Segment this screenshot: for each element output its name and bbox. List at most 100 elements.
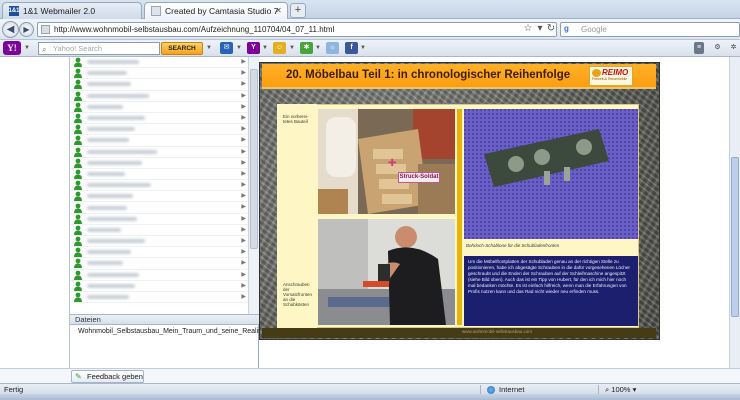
chevron-right-icon[interactable]: ▶	[241, 148, 246, 155]
chevron-right-icon[interactable]: ▶	[241, 181, 246, 188]
chevron-down-icon[interactable]: ▼	[360, 45, 366, 51]
chevron-right-icon[interactable]: ▶	[241, 282, 246, 289]
chevron-right-icon[interactable]: ▶	[241, 271, 246, 278]
chevron-right-icon[interactable]: ▶	[241, 293, 246, 300]
new-tab-button[interactable]: +	[290, 3, 306, 18]
chevron-right-icon[interactable]: ▶	[241, 248, 246, 255]
address-bar[interactable]: http://www.wohnmobil-selbstausbau.com/Au…	[37, 22, 557, 37]
scrollbar-thumb[interactable]	[250, 69, 258, 249]
contact-row[interactable]: ▶	[70, 191, 248, 203]
chevron-right-icon[interactable]: ▶	[241, 114, 246, 121]
file-item[interactable]: Wohnmobil_Selbstausbau_Mein_Traum_und_se…	[70, 327, 259, 337]
contact-row[interactable]: ▶	[70, 124, 248, 136]
forward-arrow-icon[interactable]: ▶	[19, 22, 34, 37]
person-icon	[74, 136, 82, 146]
chevron-right-icon[interactable]: ▶	[241, 125, 246, 132]
chevron-down-icon[interactable]: ▼	[24, 45, 30, 51]
contact-row[interactable]: ▶	[70, 169, 248, 181]
chevron-down-icon[interactable]: ▼	[262, 45, 268, 51]
chevron-right-icon[interactable]: ▶	[241, 226, 246, 233]
feedback-label: Feedback geben	[87, 372, 143, 381]
contact-name-redacted	[87, 60, 139, 65]
close-tab-icon[interactable]: ✕	[274, 6, 283, 15]
yahoo-search-input[interactable]: ⌕ Yahoo! Search	[38, 42, 160, 55]
chevron-right-icon[interactable]: ▶	[241, 80, 246, 87]
web-search-input[interactable]: g Google	[560, 22, 740, 37]
status-separator	[598, 385, 599, 394]
weather-icon[interactable]: ☼	[326, 42, 339, 54]
yahoo-messenger-icon[interactable]: Y	[247, 42, 260, 54]
zoom-label: 100%	[611, 385, 631, 394]
page-scrollbar[interactable]	[729, 57, 740, 368]
tab-camtasia[interactable]: Created by Camtasia Studio 7 ✕	[144, 2, 288, 19]
chevron-right-icon[interactable]: ▶	[241, 215, 246, 222]
contact-row[interactable]: ▶	[70, 91, 248, 102]
chevron-right-icon[interactable]: ▶	[241, 237, 246, 244]
mail-icon[interactable]: ✉	[220, 42, 233, 54]
reload-icon[interactable]: ↻	[545, 23, 557, 35]
caption-mounting: Anschrauben der Vorsatzfronten an die Sc…	[283, 282, 313, 307]
gear-icon[interactable]: ⚙	[711, 42, 724, 54]
contact-row[interactable]: ▶	[70, 236, 248, 248]
chevron-right-icon[interactable]: ▶	[241, 203, 246, 210]
person-icon	[74, 292, 82, 303]
contact-row[interactable]: ▶	[70, 225, 248, 236]
feedback-button[interactable]: ✎ Feedback geben	[71, 370, 144, 383]
contact-list-scrollbar[interactable]	[248, 57, 259, 314]
contact-row[interactable]: ▶	[70, 214, 248, 225]
chevron-right-icon[interactable]: ▶	[241, 259, 246, 266]
contact-row[interactable]: ▶	[70, 292, 248, 304]
tab-webmailer[interactable]: 1&1 1&1 Webmailer 2.0	[2, 2, 142, 19]
person-icon	[74, 91, 82, 101]
chevron-right-icon[interactable]: ▶	[241, 136, 246, 143]
contact-row[interactable]: ▶	[70, 180, 248, 192]
slide-text-panel: Um die Möbelfrontplatten der Schubladen …	[464, 256, 638, 326]
chevron-right-icon[interactable]: ▶	[241, 192, 246, 199]
facebook-icon[interactable]: f	[345, 42, 358, 54]
bookmark-star-icon[interactable]: ☆	[522, 23, 534, 35]
chevron-down-icon[interactable]: ▼	[206, 45, 212, 51]
contact-name-redacted	[87, 183, 151, 188]
contact-row[interactable]: ▶	[70, 102, 248, 113]
chevron-down-icon[interactable]: ▼	[236, 45, 242, 51]
contact-row[interactable]: ▶	[70, 247, 248, 259]
contact-row[interactable]: ▶	[70, 202, 248, 214]
contact-row[interactable]: ▶	[70, 68, 248, 80]
scrollbar-thumb[interactable]	[731, 157, 739, 317]
contact-name-redacted	[87, 138, 129, 143]
reimo-logo-subtext: Freizeit-& Reisemobile	[592, 77, 628, 81]
yahoo-answers-icon[interactable]: ☺	[273, 42, 286, 54]
chevron-down-icon[interactable]: ▼	[315, 45, 321, 51]
contact-row[interactable]: ▶	[70, 79, 248, 91]
person-icon	[74, 68, 82, 79]
contact-row[interactable]: ▶	[70, 57, 248, 69]
chevron-right-icon[interactable]: ▶	[241, 69, 246, 76]
contact-row[interactable]: ▶	[70, 113, 248, 125]
contact-row[interactable]: ▶	[70, 270, 248, 281]
contact-row[interactable]: ▶	[70, 158, 248, 169]
back-arrow-icon[interactable]: ◀	[2, 21, 19, 38]
status-bar: Fertig Internet ⌕ 100% ▾	[0, 383, 740, 394]
person-icon	[74, 225, 82, 235]
yahoo-search-button[interactable]: SEARCH	[161, 42, 203, 55]
search-icon: ⌕	[42, 45, 47, 54]
contact-name-redacted	[87, 272, 139, 277]
contact-row[interactable]: ▶	[70, 147, 248, 158]
chevron-right-icon[interactable]: ▶	[241, 159, 246, 166]
contact-name-redacted	[87, 261, 123, 266]
chevron-right-icon[interactable]: ▶	[241, 170, 246, 177]
chevron-right-icon[interactable]: ▶	[241, 103, 246, 110]
tab-bar: 1&1 1&1 Webmailer 2.0 Created by Camtasi…	[0, 0, 740, 19]
contact-row[interactable]: ▶	[70, 281, 248, 292]
chevron-right-icon[interactable]: ▶	[241, 92, 246, 99]
games-icon[interactable]: ✱	[300, 42, 313, 54]
template-photo-graphic	[464, 109, 638, 239]
contact-row[interactable]: ▶	[70, 258, 248, 270]
yahoo-logo-icon[interactable]: Y!	[3, 41, 21, 55]
contact-name-redacted	[87, 149, 157, 154]
chevron-right-icon[interactable]: ▶	[241, 58, 246, 65]
contact-row[interactable]: ▶	[70, 135, 248, 147]
page-menu-icon[interactable]: ≡	[694, 42, 704, 54]
tools-gear-icon[interactable]: ✲	[727, 42, 740, 54]
chevron-down-icon[interactable]: ▼	[289, 45, 295, 51]
